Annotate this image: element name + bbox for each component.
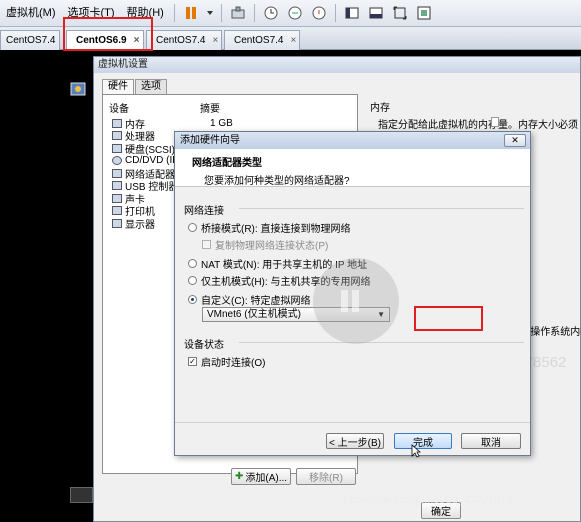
memory-title: 内存 [370,103,390,114]
memory-icon [112,118,122,128]
toolbar-separator [253,4,255,22]
device-summary: 1 GB [210,117,233,129]
option-label: 自定义(C): 特定虚拟网络 [201,296,311,307]
usb-icon [112,181,122,191]
mouse-cursor-icon [411,444,421,458]
send-keys-icon[interactable] [229,4,247,22]
cpu-icon [112,131,122,141]
pause-icon[interactable] [182,4,200,22]
radio-button[interactable] [188,259,197,268]
tab-label: CentOS7.4 [6,35,56,46]
radio-button-checked[interactable] [188,295,197,304]
close-icon[interactable]: × [290,35,296,46]
printer-icon [112,206,122,216]
app-icon [70,82,86,96]
toolbar-separator [173,4,175,22]
radio-button[interactable] [188,223,197,232]
wizard-header: 网络适配器类型 您要添加何种类型的网络适配器? [175,149,530,187]
snapshot-manager-icon[interactable] [310,4,328,22]
add-button-label: 添加(A)... [245,473,288,484]
add-button[interactable]: ✚ 添加(A)... [231,468,291,485]
toolbar-separator [220,4,222,22]
monitor-icon [112,218,122,228]
option-connect-on-start[interactable]: ✓ 启动时连接(O) [188,355,524,369]
tab-label: CentOS7.4 [234,35,284,46]
tab-centos74-3[interactable]: CentOS7.4 × [224,30,300,50]
toolbar-separator [334,4,336,22]
back-button[interactable]: < 上一步(B) [326,433,384,449]
tab-centos74-1[interactable]: CentOS7.4 [0,30,60,50]
memory-spinner[interactable] [491,117,499,127]
cdrom-icon [112,156,122,166]
revert-snapshot-icon[interactable] [286,4,304,22]
footer-watermark-url: https://blog.csdn.net/qq_42227818 [344,494,513,506]
wizard-header-subtitle: 您要添加何种类型的网络适配器? [204,176,350,187]
column-summary: 摘要 [200,104,220,115]
option-label: 启动时连接(O) [201,358,266,369]
option-label: 桥接模式(R): 直接连接到物理网络 [201,224,351,235]
group-divider [239,208,524,209]
close-icon[interactable]: × [212,35,218,46]
window-title: 虚拟机设置 [94,57,580,73]
speaker-icon [112,193,122,203]
menu-vm[interactable]: 虚拟机(M) [0,0,62,27]
tab-hardware[interactable]: 硬件 [102,79,134,94]
column-device: 设备 [109,104,129,115]
wizard-titlebar: 添加硬件向导 ✕ [175,132,530,149]
option-label: 复制物理网络连接状态(P) [215,241,329,252]
sidebar-view-icon[interactable] [343,4,361,22]
tab-label: CentOS7.4 [156,35,206,46]
group-divider [239,342,524,343]
snapshot-icon[interactable] [262,4,280,22]
group-title: 网络连接 [184,206,224,217]
tab-centos74-2[interactable]: CentOS7.4 × [146,30,222,50]
tab-options[interactable]: 选项 [135,79,167,94]
finish-button[interactable]: 完成 [394,433,452,449]
add-icon: ✚ [234,471,244,482]
close-icon[interactable]: ✕ [504,134,526,147]
device-list-header: 设备 摘要 [103,95,357,117]
console-view-icon[interactable] [367,4,385,22]
disk-icon [112,143,122,153]
select-value: VMnet6 (仅主机模式) [207,309,301,320]
radio-button[interactable] [188,276,197,285]
highlight-box-empty [414,306,483,331]
cancel-button[interactable]: 取消 [461,433,521,449]
wizard-title: 添加硬件向导 [180,135,240,146]
option-replicate-state[interactable]: 复制物理网络连接状态(P) [202,238,524,252]
unity-view-icon[interactable] [415,4,433,22]
settings-tabs: 硬件 选项 [102,79,168,94]
option-bridged[interactable]: 桥接模式(R): 直接连接到物理网络 [188,221,524,235]
status-bar-icon [70,487,93,503]
checkbox[interactable] [202,240,211,249]
network-icon [112,168,122,178]
dropdown-arrow-icon[interactable] [206,4,214,22]
memory-os-label: l操作系统内存 [528,327,581,338]
highlight-box-tab [63,17,153,51]
wizard-header-title: 网络适配器类型 [192,158,262,169]
footer-divider [175,422,530,423]
watermark-pause-icon [341,290,359,312]
remove-button[interactable]: 移除(R) [296,468,356,485]
fullscreen-icon[interactable] [391,4,409,22]
checkbox-checked[interactable]: ✓ [188,357,197,366]
